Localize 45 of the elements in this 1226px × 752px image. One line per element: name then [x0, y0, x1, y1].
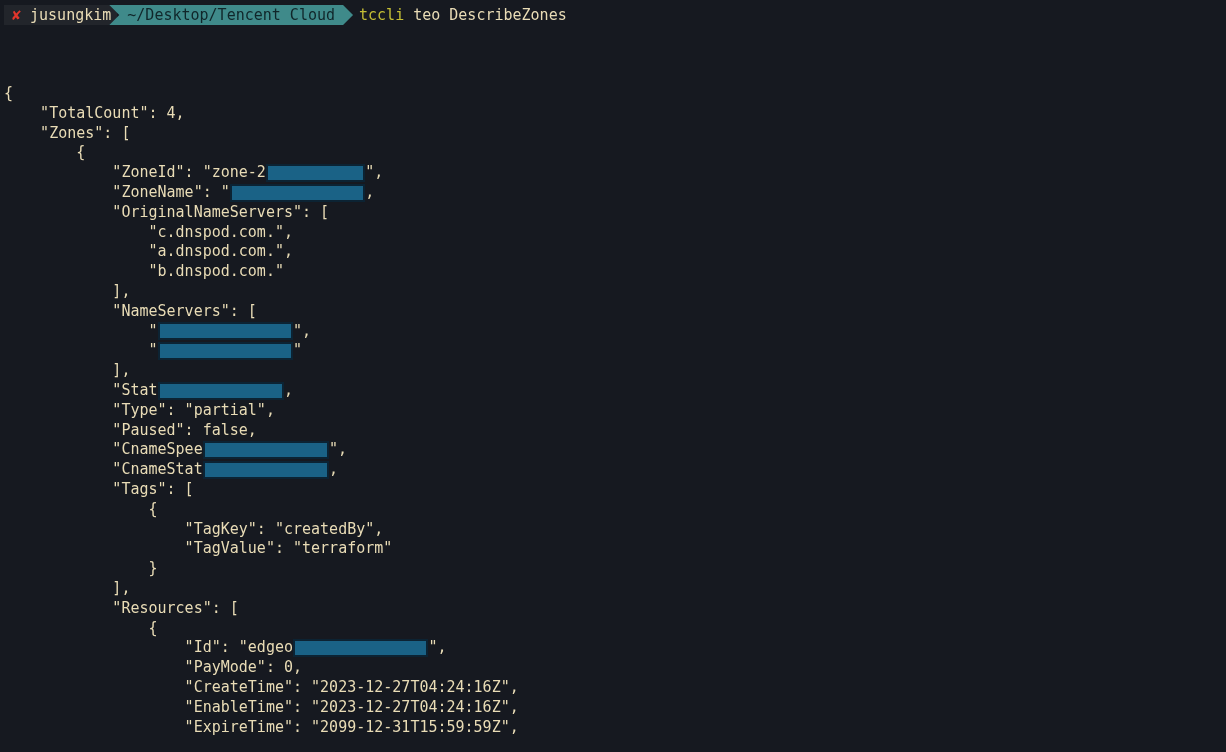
output-text: "TotalCount": 4,: [40, 103, 185, 124]
output-text: ",: [365, 163, 384, 183]
output-text: "TagKey": "createdBy",: [184, 519, 384, 540]
output-text: "EnableTime": "2023-12-27T04:24:16Z",: [184, 697, 519, 718]
output-text: "Zones": [: [40, 123, 131, 144]
output-text: "ExpireTime": "2099-12-31T15:59:59Z",: [184, 717, 519, 738]
output-text: ",: [428, 638, 447, 659]
output-text: "Resources": [: [112, 598, 239, 619]
output-text: ",: [329, 440, 348, 461]
output-text: "NameServers": [: [112, 301, 257, 322]
output-text: "CnameSpee: [112, 440, 203, 461]
output-text: "c.dnspod.com.",: [148, 222, 293, 243]
output-text: }: [148, 559, 158, 579]
command-name: tccli: [359, 6, 405, 24]
output-text: ],: [112, 281, 131, 302]
command-args: teo DescribeZones: [413, 6, 567, 24]
output-text: {: [4, 84, 14, 104]
output-text: "CreateTime": "2023-12-27T04:24:16Z",: [184, 677, 519, 698]
output-text: "ZoneName": ": [112, 183, 230, 203]
output-text: ],: [112, 578, 131, 599]
output-text: {: [148, 618, 158, 639]
output-text: "PayMode": 0,: [184, 658, 302, 678]
output-text: "ZoneId": "zone-2: [112, 163, 266, 183]
output-text: ": [292, 341, 302, 362]
error-mark: ✘: [12, 6, 22, 24]
output-text: ],: [112, 361, 131, 381]
output-text: "Stat: [112, 380, 158, 401]
output-text: "a.dnspod.com.",: [148, 242, 293, 263]
output-text: "b.dnspod.com.": [148, 262, 284, 282]
output-text: "TagValue": "terraform": [184, 539, 393, 560]
output-text: "CnameStat: [112, 460, 203, 480]
output-text: ,: [283, 380, 293, 401]
output-text: ": [148, 341, 158, 362]
output-text: ": [148, 321, 158, 342]
output-text: ",: [292, 321, 312, 342]
output-text: "Id": "edgeo: [184, 638, 293, 659]
output-text: ,: [329, 460, 339, 480]
prompt-user: jusungkim: [30, 6, 112, 24]
output-text: ,: [365, 183, 375, 203]
output-text: "OriginalNameServers": [: [112, 202, 330, 223]
output-text: {: [148, 499, 158, 520]
output-text: {: [76, 143, 86, 164]
output-text: "Paused": false,: [112, 420, 257, 441]
output-text: "Type": "partial",: [112, 400, 275, 421]
output-text: "Tags": [: [112, 479, 194, 500]
